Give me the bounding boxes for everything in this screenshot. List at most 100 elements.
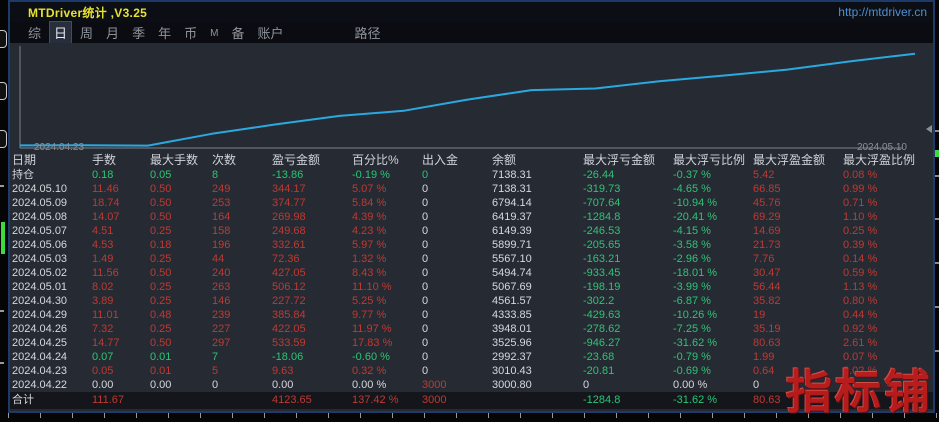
cell: 35.82 bbox=[753, 295, 781, 307]
cell: 8 bbox=[212, 169, 219, 181]
table-row-9[interactable]: 2024.04.30 3.89 0.25 146 227.72 5.25 % 0 4561.5… bbox=[10, 294, 933, 308]
cell: 0.08 % bbox=[843, 169, 878, 181]
column-header-1[interactable]: 手数 bbox=[92, 153, 150, 168]
cell: 4561.57 bbox=[492, 295, 532, 307]
title-bar[interactable]: MTDriver统计 ,V3.25 http://mtdriver.cn bbox=[10, 2, 933, 22]
cell: 385.84 bbox=[272, 309, 306, 321]
column-header-6[interactable]: 出入金 bbox=[422, 153, 492, 168]
table-row-1[interactable]: 2024.05.10 11.46 0.50 249 344.17 5.07 % 0 7138.… bbox=[10, 182, 933, 196]
cell: 44 bbox=[212, 253, 225, 265]
cell: 0.01 bbox=[150, 351, 172, 363]
table-row-10[interactable]: 2024.04.29 11.01 0.48 239 385.84 9.77 % 0 4333.… bbox=[10, 308, 933, 322]
cell: 7.76 bbox=[753, 253, 775, 265]
scroll-arrow-icon[interactable] bbox=[926, 125, 932, 133]
menu-bar: 综日周月季年币 M 备账户 路径 bbox=[10, 21, 933, 44]
cell: 1.13 % bbox=[843, 281, 878, 293]
cell: 0 bbox=[422, 309, 429, 321]
balance-chart: 2024.04.23 2024.05.10 bbox=[10, 43, 933, 153]
menu-item-path[interactable]: 路径 bbox=[354, 23, 380, 42]
menu-item-7[interactable]: M bbox=[206, 25, 222, 40]
table-row-4[interactable]: 2024.05.07 4.51 0.25 158 249.68 4.23 % 0 6149.3… bbox=[10, 224, 933, 238]
background-window-fragment bbox=[0, 130, 7, 148]
cell: 0.01 bbox=[150, 365, 172, 377]
cell: 0.50 bbox=[150, 267, 172, 279]
cell: -0.79 % bbox=[673, 351, 711, 363]
cell: 5 bbox=[212, 365, 219, 377]
menu-item-9[interactable]: 账户 bbox=[253, 22, 287, 43]
cell: 11.01 bbox=[92, 309, 119, 321]
cell: 196 bbox=[212, 239, 231, 251]
cell: -0.60 % bbox=[352, 351, 390, 363]
cell: 2992.37 bbox=[492, 351, 532, 363]
menu-item-5[interactable]: 年 bbox=[154, 22, 175, 43]
cell: 0 bbox=[422, 295, 429, 307]
cell bbox=[150, 392, 212, 409]
table-row-12[interactable]: 2024.04.25 14.77 0.50 297 533.59 17.83 % 0 3525… bbox=[10, 336, 933, 350]
table-header-row: 日期 手数 最大手数 次数 盈亏金额 百分比% 出入金 余额 最大浮亏金额 最大浮亏比例 最大浮盈金… bbox=[10, 153, 933, 168]
cell: -31.62 % bbox=[673, 337, 718, 349]
menu-item-8[interactable]: 备 bbox=[227, 22, 248, 43]
column-header-11[interactable]: 最大浮盈比例 bbox=[843, 153, 933, 168]
cell: 0.59 % bbox=[843, 267, 878, 279]
cell: 0 bbox=[422, 183, 429, 195]
website-link[interactable]: http://mtdriver.cn bbox=[838, 5, 927, 19]
table-row-2[interactable]: 2024.05.09 18.74 0.50 253 374.77 5.84 % 0 6794.… bbox=[10, 196, 933, 210]
equity-curve-svg bbox=[19, 46, 916, 149]
cell: 0.44 % bbox=[843, 309, 878, 321]
cell: -23.68 bbox=[583, 351, 615, 363]
cell: 19 bbox=[753, 309, 766, 321]
chart-start-date-label: 2024.04.23 bbox=[34, 142, 85, 153]
column-header-0[interactable]: 日期 bbox=[12, 153, 92, 168]
cell: -278.62 bbox=[583, 323, 621, 335]
table-row-8[interactable]: 2024.05.01 8.02 0.25 263 506.12 11.10 % 0 5067.… bbox=[10, 280, 933, 294]
cell: -4.15 % bbox=[673, 225, 711, 237]
column-header-5[interactable]: 百分比% bbox=[352, 153, 422, 168]
menu-item-2[interactable]: 周 bbox=[76, 22, 97, 43]
cell: 9.63 bbox=[272, 365, 294, 377]
background-tick bbox=[935, 175, 939, 177]
column-header-2[interactable]: 最大手数 bbox=[150, 153, 212, 168]
cell: 297 bbox=[212, 337, 231, 349]
cell: 0.18 bbox=[150, 239, 172, 251]
cell: -10.94 % bbox=[673, 197, 718, 209]
cell: 14.69 bbox=[753, 225, 781, 237]
table-row-7[interactable]: 2024.05.02 11.56 0.50 240 427.05 8.43 % 0 5494.… bbox=[10, 266, 933, 280]
column-header-9[interactable]: 最大浮亏比例 bbox=[673, 153, 753, 168]
column-header-10[interactable]: 最大浮盈金额 bbox=[753, 153, 843, 168]
background-window-fragment bbox=[0, 30, 7, 48]
cell bbox=[492, 392, 583, 409]
cell: 0.07 bbox=[92, 351, 114, 363]
table-row-6[interactable]: 2024.05.03 1.49 0.25 44 72.36 1.32 % 0 5567.10 -… bbox=[10, 252, 933, 266]
cell: 2.61 % bbox=[843, 337, 878, 349]
table-row-0[interactable]: 持仓 0.18 0.05 8 -13.86 -0.19 % 0 7138.31 -26.44 -0… bbox=[10, 168, 933, 182]
column-header-4[interactable]: 盈亏金额 bbox=[272, 153, 352, 168]
table-row-3[interactable]: 2024.05.08 14.07 0.50 164 269.98 4.39 % 0 6419.… bbox=[10, 210, 933, 224]
cell: 2024.04.30 bbox=[12, 295, 68, 307]
cell: 158 bbox=[212, 225, 231, 237]
cell: 2024.04.23 bbox=[12, 365, 68, 377]
table-row-11[interactable]: 2024.04.26 7.32 0.25 227 422.05 11.97 % 0 3948.… bbox=[10, 322, 933, 336]
cell: 8.43 % bbox=[352, 267, 387, 279]
menu-item-3[interactable]: 月 bbox=[102, 22, 123, 43]
cell: 9.77 % bbox=[352, 309, 387, 321]
cell: 3525.96 bbox=[492, 337, 532, 349]
cell: 146 bbox=[212, 295, 231, 307]
menu-item-6[interactable]: 币 bbox=[180, 22, 201, 43]
cell: -26.44 bbox=[583, 169, 615, 181]
cell: 7.32 bbox=[92, 323, 114, 335]
column-header-7[interactable]: 余额 bbox=[492, 153, 583, 168]
cell: 0.39 % bbox=[843, 239, 878, 251]
column-header-8[interactable]: 最大浮亏金额 bbox=[583, 153, 673, 168]
menu-item-0[interactable]: 综 bbox=[24, 22, 45, 43]
table-row-5[interactable]: 2024.05.06 4.53 0.18 196 332.61 5.97 % 0 5899.7… bbox=[10, 238, 933, 252]
cell: 3.89 bbox=[92, 295, 114, 307]
cell: 164 bbox=[212, 211, 231, 223]
cell: 11.10 % bbox=[352, 281, 392, 293]
menu-item-4[interactable]: 季 bbox=[128, 22, 149, 43]
column-header-3[interactable]: 次数 bbox=[212, 153, 272, 168]
cell: -319.73 bbox=[583, 183, 621, 195]
cell: 0.25 bbox=[150, 295, 172, 307]
menu-item-1[interactable]: 日 bbox=[49, 21, 73, 44]
background-tick bbox=[935, 350, 939, 352]
cell: 533.59 bbox=[272, 337, 306, 349]
